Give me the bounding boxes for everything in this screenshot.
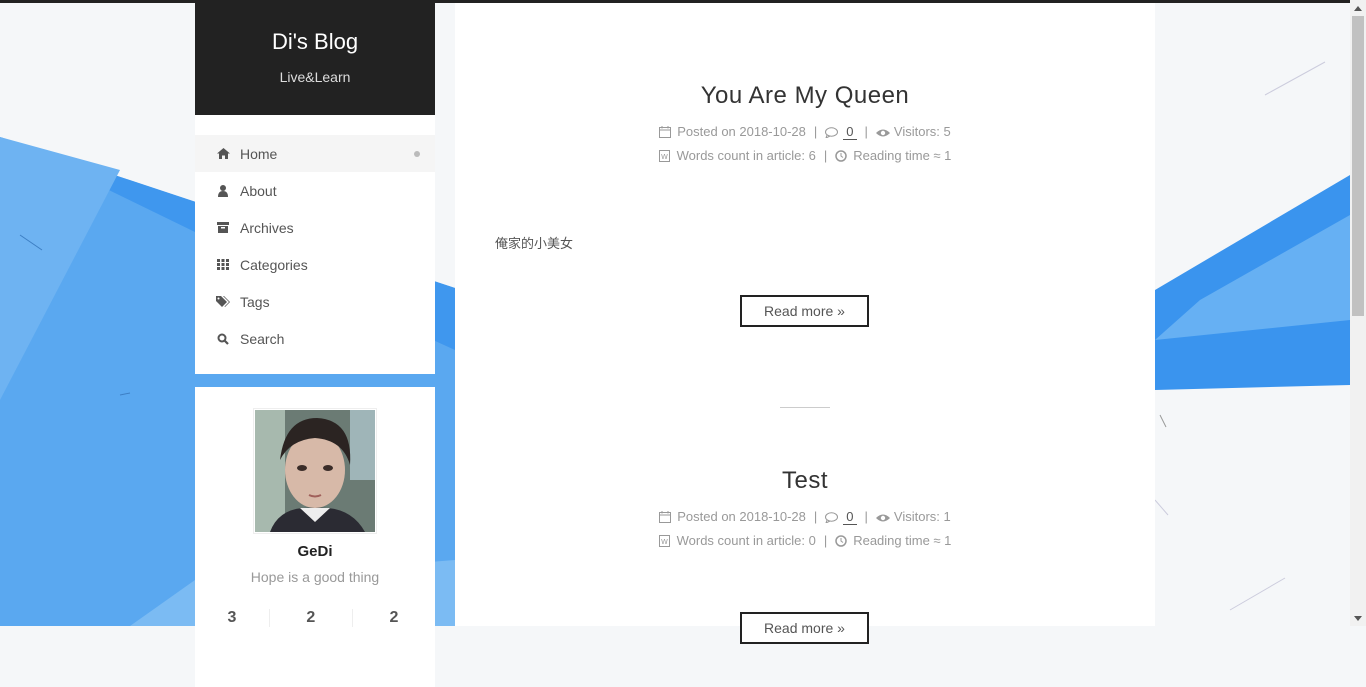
menu-item-label: Archives [240,219,294,236]
read-more-button[interactable]: Read more » [740,612,869,644]
post-title[interactable]: You Are My Queen [455,82,1155,110]
stat-tags[interactable]: 2 [351,609,435,627]
calendar-icon [659,507,672,523]
menu-item-about[interactable]: About [195,172,435,209]
archive-icon [216,221,230,235]
scrollbar-thumb[interactable] [1352,16,1364,316]
post-date: Posted on 2018-10-28 [677,509,806,524]
post-excerpt: 俺家的小美女 [495,236,574,251]
read-more-button[interactable]: Read more » [740,295,869,327]
word-file-icon: W [659,531,671,547]
menu-item-tags[interactable]: Tags [195,283,435,320]
menu-item-label: Search [240,330,285,347]
word-count: Words count in article: 0 [676,533,816,548]
word-count: Words count in article: 6 [676,148,816,163]
main-content: You Are My Queen Posted on 2018-10-28 | 0… [455,3,1155,644]
menu-item-label: Home [240,145,278,162]
comment-count[interactable]: 0 [843,509,857,525]
post-title[interactable]: Test [455,467,1155,495]
comment-icon [825,122,839,139]
post-divider [780,407,830,408]
comment-count[interactable]: 0 [843,124,857,140]
site-header: Di's Blog Live&Learn [195,3,435,115]
stat-categories[interactable]: 2 [268,609,352,627]
site-stats: 3 2 2 [195,609,435,627]
top-bar [0,0,1350,3]
vertical-scrollbar[interactable] [1350,0,1366,626]
post-item: You Are My Queen Posted on 2018-10-28 | 0… [455,82,1155,168]
author-name: GeDi [297,543,333,560]
menu-item-search[interactable]: Search [195,320,435,357]
reading-time: Reading time ≈ 1 [853,148,952,163]
site-title[interactable]: Di's Blog [195,3,435,56]
post-meta-words: W Words count in article: 0 | Reading tim… [455,529,1155,553]
clock-icon [835,531,847,547]
site-subtitle: Live&Learn [279,69,351,85]
post-date: Posted on 2018-10-28 [677,124,806,139]
author-description: Hope is a good thing [250,569,380,585]
svg-text:W: W [661,153,668,161]
eye-icon [875,122,890,137]
grid-icon [216,258,230,272]
clock-icon [835,146,847,162]
home-icon [216,147,230,161]
user-icon [216,184,230,198]
search-icon [216,332,230,346]
menu-item-categories[interactable]: Categories [195,246,435,283]
reading-time: Reading time ≈ 1 [853,533,952,548]
post-item: Test Posted on 2018-10-28 | 0 | Visitors: … [455,467,1155,553]
stat-posts[interactable]: 3 [195,609,269,627]
avatar [253,408,377,534]
menu-item-label: Categories [240,256,308,273]
eye-icon [875,507,890,522]
menu-item-home[interactable]: Home [195,135,435,172]
comment-icon [825,507,839,524]
menu-item-archives[interactable]: Archives [195,209,435,246]
scroll-up-arrow-icon[interactable] [1350,0,1366,16]
author-profile: GeDi Hope is a good thing 3 2 2 [195,387,435,687]
sidebar: Di's Blog Live&Learn Home About Archives [195,3,435,687]
tags-icon [216,295,230,309]
svg-text:W: W [661,538,668,546]
calendar-icon [659,122,672,138]
menu-item-label: Tags [240,293,270,310]
word-file-icon: W [659,146,671,162]
visitor-count: Visitors: 5 [893,124,951,139]
post-meta-words: W Words count in article: 6 | Reading tim… [455,144,1155,168]
menu-item-label: About [240,182,277,199]
scroll-down-arrow-icon[interactable] [1350,610,1366,626]
visitor-count: Visitors: 1 [893,509,951,524]
post-meta: Posted on 2018-10-28 | 0 | Visitors: 1 [455,505,1155,529]
active-indicator [414,150,420,157]
post-meta: Posted on 2018-10-28 | 0 | Visitors: 5 [455,120,1155,144]
main-menu: Home About Archives Categories Tags Sear… [195,115,435,374]
